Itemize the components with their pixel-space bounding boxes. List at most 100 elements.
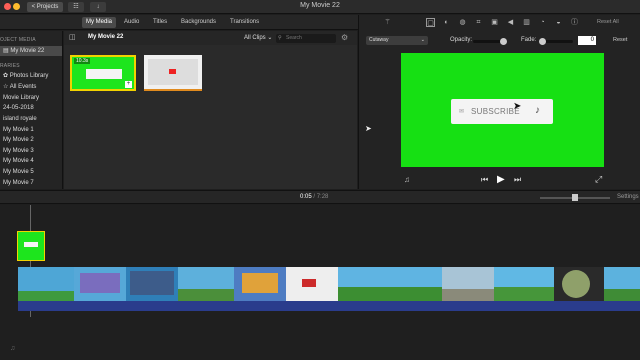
fade-label: Fade:: [521, 37, 537, 43]
settings-button[interactable]: Settings: [617, 194, 639, 200]
sidebar-item-label: All Events: [9, 84, 37, 90]
opacity-slider-knob[interactable]: [500, 38, 507, 45]
noise-reduction-icon[interactable]: ▥: [522, 18, 531, 27]
window-title: My Movie 22: [300, 2, 340, 9]
timecode: 0:05 / 7:28: [300, 194, 328, 200]
library-sidebar: OJECT MEDIA ▤ My Movie 22 RARIES ✿ Photo…: [0, 31, 63, 189]
close-window-button[interactable]: [4, 3, 11, 10]
search-input[interactable]: ⚲ Search: [276, 34, 336, 43]
video-frame: [338, 267, 442, 301]
overlay-mode-select[interactable]: Cutaway ⌄: [366, 36, 428, 45]
filter-icon[interactable]: ◒: [554, 18, 563, 27]
sidebar-item-event[interactable]: My Movie 4: [0, 156, 62, 166]
reset-all-button[interactable]: Reset All: [597, 19, 619, 25]
sidebar-item-event[interactable]: My Movie 7: [0, 178, 62, 188]
info-icon[interactable]: ⓘ: [570, 18, 579, 27]
video-frame: [442, 267, 494, 301]
bell-icon: ♪: [535, 105, 540, 116]
main-video-track[interactable]: [18, 267, 640, 301]
adjustments-toolbar: ⚚ ▢ ◐ ◍ ⌗ ▣ ◀ ▥ ◔ ◒ ⓘ Reset All: [359, 15, 640, 31]
clip-duration: 10.3s: [74, 58, 91, 64]
video-frame: [18, 267, 74, 301]
sidebar-toggle-icon[interactable]: ◫: [69, 33, 76, 41]
subscribe-thumbnail: [24, 242, 38, 247]
photos-icon: ✿: [3, 73, 9, 79]
browser-title: My Movie 22: [88, 34, 124, 40]
sidebar-scrollbar[interactable]: [62, 31, 63, 189]
viewer-preview[interactable]: ✉ SUBSCRIBE ♪ ➤: [401, 53, 604, 167]
microphone-icon[interactable]: ♫: [404, 175, 410, 184]
import-button[interactable]: ↓: [90, 2, 106, 12]
browser-header: ◫ My Movie 22 All Clips ⌄ ⚲ Search ⚙: [64, 31, 357, 45]
media-clip-green-screen[interactable]: 10.3s +: [70, 55, 136, 91]
projects-back-button[interactable]: < Projects: [27, 2, 63, 12]
media-clip-video[interactable]: [144, 55, 202, 91]
magic-wand-icon[interactable]: ⚚: [383, 18, 392, 27]
overlay-inspector: Cutaway ⌄ Opacity: Fade: 0 Reset: [359, 33, 640, 47]
overlay-icon[interactable]: ▢: [426, 18, 435, 27]
sidebar-item-label: My Movie 22: [10, 48, 45, 54]
clip-filter-label: All Clips: [244, 35, 266, 41]
sidebar-item-all-events[interactable]: ☆ All Events: [0, 82, 62, 92]
library-toggle-button[interactable]: ☷: [68, 2, 84, 12]
opacity-slider[interactable]: [473, 38, 507, 45]
sidebar-item-event[interactable]: island royale: [0, 114, 62, 124]
add-clip-icon[interactable]: +: [125, 81, 132, 88]
current-time: 0:05: [300, 194, 312, 200]
zoom-slider-knob[interactable]: [572, 194, 578, 201]
video-frame: [604, 267, 640, 301]
fade-value-field[interactable]: 0: [578, 36, 596, 45]
sidebar-item-photos-library[interactable]: ✿ Photos Library: [0, 71, 62, 81]
color-correction-icon[interactable]: ◍: [458, 18, 467, 27]
tab-transitions[interactable]: Transitions: [226, 17, 263, 28]
zoom-slider[interactable]: [540, 194, 610, 201]
music-note-icon: ♫: [10, 345, 16, 352]
sidebar-item-project[interactable]: ▤ My Movie 22: [0, 46, 62, 56]
skip-back-icon[interactable]: ⏮: [481, 175, 488, 185]
fade-slider[interactable]: [539, 38, 573, 45]
project-media-header: OJECT MEDIA: [0, 37, 36, 43]
overlay-clip-green-screen[interactable]: [17, 231, 45, 261]
libraries-header: RARIES: [0, 63, 20, 69]
sidebar-item-label: Photos Library: [9, 73, 49, 79]
title-bar: < Projects ☷ ↓ My Movie 22: [0, 0, 640, 14]
fade-slider-knob[interactable]: [539, 38, 546, 45]
tab-my-media[interactable]: My Media: [82, 17, 117, 28]
play-button[interactable]: ▶: [497, 174, 505, 185]
timeline[interactable]: ♫: [0, 205, 640, 360]
stabilization-icon[interactable]: ▣: [490, 18, 499, 27]
video-frame: [126, 267, 178, 301]
sidebar-item-event[interactable]: 24-05-2018: [0, 103, 62, 113]
audio-track[interactable]: [18, 301, 640, 311]
volume-icon[interactable]: ◀: [506, 18, 515, 27]
tab-audio[interactable]: Audio: [120, 17, 143, 28]
sidebar-item-event[interactable]: My Movie 5: [0, 167, 62, 177]
skip-forward-icon[interactable]: ⏭: [514, 175, 521, 185]
video-frame: [554, 267, 604, 301]
tab-titles[interactable]: Titles: [149, 17, 171, 28]
mouse-pointer-icon: ➤: [513, 101, 522, 112]
fullscreen-icon[interactable]: ⤢: [595, 174, 602, 185]
tab-backgrounds[interactable]: Backgrounds: [177, 17, 220, 28]
film-icon: ▤: [3, 48, 9, 54]
search-placeholder: Search: [286, 35, 302, 41]
sidebar-item-event[interactable]: My Movie 2: [0, 135, 62, 145]
cursor-arrow-icon: ➤: [365, 124, 372, 133]
clip-filter-select[interactable]: All Clips ⌄: [244, 34, 272, 41]
speed-icon[interactable]: ◔: [538, 18, 547, 27]
reset-button[interactable]: Reset: [613, 37, 627, 43]
sidebar-item-movie-library[interactable]: Movie Library: [0, 93, 62, 103]
time-separator: /: [313, 194, 316, 200]
total-time: 7:28: [316, 194, 329, 200]
media-browser: ◫ My Movie 22 All Clips ⌄ ⚲ Search ⚙ 10.…: [64, 31, 357, 189]
sidebar-item-event[interactable]: My Movie 1: [0, 125, 62, 135]
color-balance-icon[interactable]: ◐: [442, 18, 451, 27]
search-icon: ⚲: [278, 35, 282, 41]
playback-controls: ♫ ⏮ ▶ ⏭ ⤢: [359, 173, 640, 187]
mail-icon: ✉: [459, 109, 465, 115]
gear-icon[interactable]: ⚙: [341, 33, 348, 42]
crop-icon[interactable]: ⌗: [474, 18, 483, 27]
opacity-label: Opacity:: [450, 37, 473, 43]
minimize-window-button[interactable]: [13, 3, 20, 10]
sidebar-item-event[interactable]: My Movie 3: [0, 146, 62, 156]
